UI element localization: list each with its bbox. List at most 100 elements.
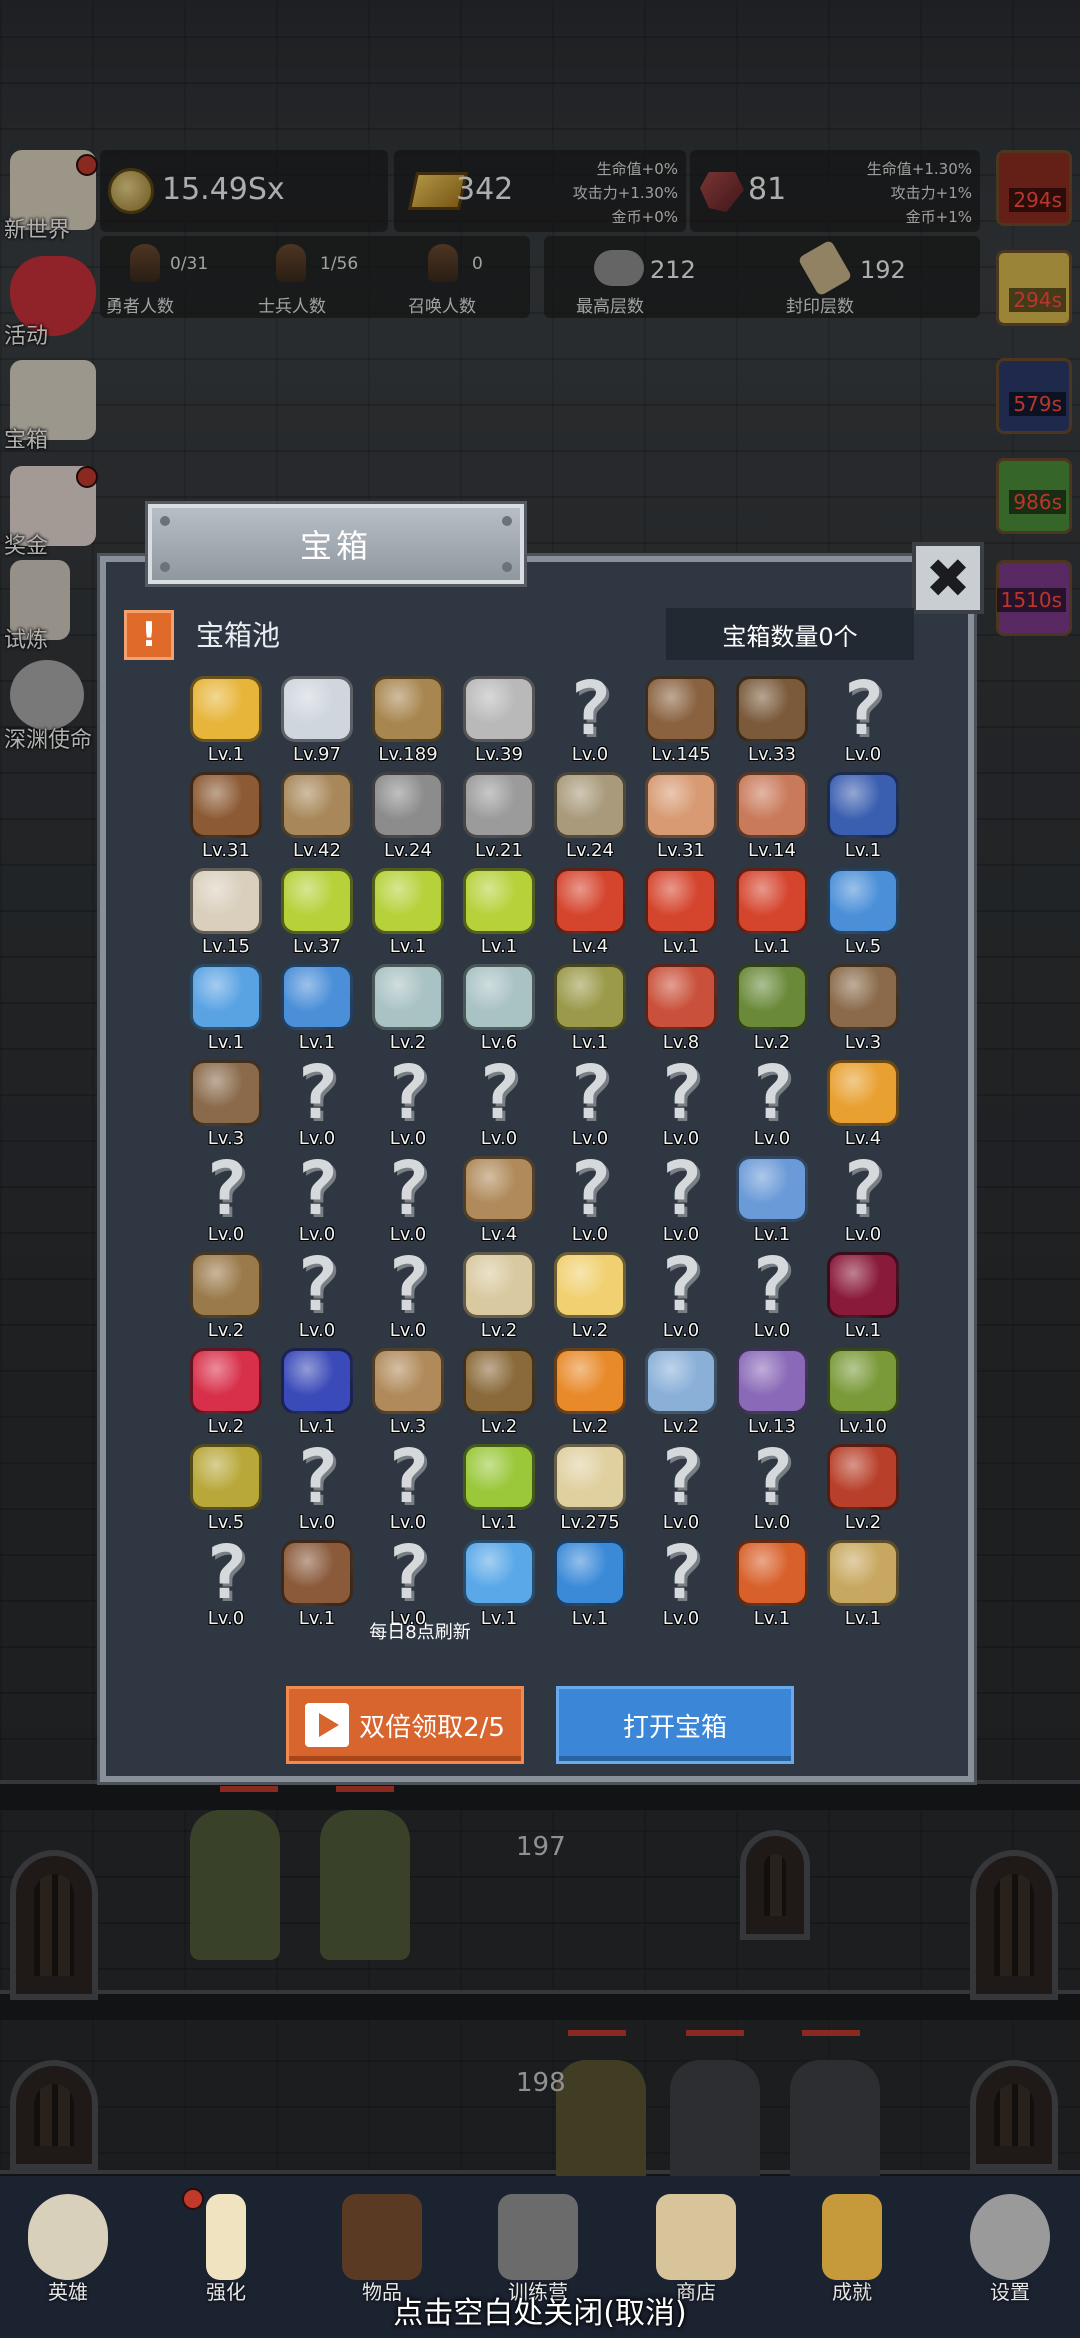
item-slot[interactable]: Lv.275: [544, 1438, 636, 1534]
unknown-item-icon: ?: [294, 1242, 340, 1328]
item-slot[interactable]: Lv.6: [453, 958, 545, 1054]
item-slot[interactable]: Lv.4: [544, 862, 636, 958]
item-slot[interactable]: ? Lv.0: [180, 1534, 272, 1630]
item-slot[interactable]: Lv.15: [180, 862, 272, 958]
item-slot[interactable]: Lv.2: [453, 1342, 545, 1438]
item-slot[interactable]: Lv.1: [726, 862, 818, 958]
item-slot[interactable]: Lv.1: [726, 1534, 818, 1630]
item-slot[interactable]: Lv.3: [817, 958, 909, 1054]
item-level: Lv.0: [207, 1608, 245, 1629]
item-level: Lv.10: [839, 1416, 887, 1437]
item-slot[interactable]: ? Lv.0: [362, 1054, 454, 1150]
item-slot[interactable]: Lv.1: [453, 862, 545, 958]
double-claim-button[interactable]: 双倍领取2/5: [286, 1686, 524, 1764]
item-slot[interactable]: Lv.33: [726, 670, 818, 766]
item-slot[interactable]: Lv.1: [453, 1534, 545, 1630]
open-chest-button[interactable]: 打开宝箱: [556, 1686, 794, 1764]
item-slot[interactable]: Lv.2: [362, 958, 454, 1054]
item-slot[interactable]: ? Lv.0: [635, 1150, 727, 1246]
item-slot[interactable]: ? Lv.0: [635, 1534, 727, 1630]
item-level: Lv.2: [207, 1416, 245, 1437]
item-slot[interactable]: ? Lv.0: [544, 670, 636, 766]
item-slot[interactable]: Lv.145: [635, 670, 727, 766]
item-slot[interactable]: Lv.97: [271, 670, 363, 766]
item-slot[interactable]: Lv.2: [180, 1342, 272, 1438]
item-slot[interactable]: ? Lv.0: [726, 1246, 818, 1342]
item-level: Lv.0: [662, 1320, 700, 1341]
item-slot[interactable]: Lv.10: [817, 1342, 909, 1438]
item-slot[interactable]: Lv.24: [362, 766, 454, 862]
item-slot[interactable]: Lv.1: [817, 1246, 909, 1342]
chest-pool-title: 宝箱池: [196, 619, 281, 652]
item-slot[interactable]: Lv.42: [271, 766, 363, 862]
item-slot[interactable]: ? Lv.0: [362, 1246, 454, 1342]
item-slot[interactable]: Lv.21: [453, 766, 545, 862]
item-slot[interactable]: Lv.31: [180, 766, 272, 862]
item-slot[interactable]: Lv.39: [453, 670, 545, 766]
item-slot[interactable]: Lv.37: [271, 862, 363, 958]
unknown-item-icon: ?: [294, 1050, 340, 1136]
item-slot[interactable]: ? Lv.0: [726, 1438, 818, 1534]
item-slot[interactable]: Lv.2: [817, 1438, 909, 1534]
item-slot[interactable]: Lv.2: [635, 1342, 727, 1438]
item-slot[interactable]: ? Lv.0: [817, 1150, 909, 1246]
chest-count-badge: 宝箱数量0个: [666, 608, 914, 660]
item-slot[interactable]: Lv.2: [180, 1246, 272, 1342]
item-slot[interactable]: Lv.1: [271, 1342, 363, 1438]
tap-to-close-hint[interactable]: 点击空白处关闭(取消): [0, 2288, 1080, 2332]
item-slot[interactable]: ? Lv.0: [817, 670, 909, 766]
item-slot[interactable]: Lv.13: [726, 1342, 818, 1438]
quiver-icon: [463, 1348, 535, 1414]
item-slot[interactable]: Lv.1: [635, 862, 727, 958]
item-slot[interactable]: Lv.4: [453, 1150, 545, 1246]
item-slot[interactable]: Lv.2: [453, 1246, 545, 1342]
item-slot[interactable]: Lv.1: [453, 1438, 545, 1534]
item-slot[interactable]: ? Lv.0: [180, 1150, 272, 1246]
item-slot[interactable]: Lv.14: [726, 766, 818, 862]
item-slot[interactable]: ? Lv.0: [635, 1246, 727, 1342]
item-slot[interactable]: Lv.2: [726, 958, 818, 1054]
item-slot[interactable]: Lv.3: [362, 1342, 454, 1438]
item-slot[interactable]: Lv.3: [180, 1054, 272, 1150]
item-slot[interactable]: Lv.189: [362, 670, 454, 766]
item-slot[interactable]: Lv.1: [180, 670, 272, 766]
item-slot[interactable]: Lv.4: [817, 1054, 909, 1150]
item-slot[interactable]: Lv.1: [271, 958, 363, 1054]
item-slot[interactable]: Lv.5: [180, 1438, 272, 1534]
item-slot[interactable]: ? Lv.0: [635, 1438, 727, 1534]
item-slot[interactable]: ? Lv.0: [544, 1150, 636, 1246]
book-icon: [342, 2194, 422, 2280]
item-slot[interactable]: ? Lv.0: [635, 1054, 727, 1150]
item-slot[interactable]: ? Lv.0: [271, 1246, 363, 1342]
item-level: Lv.24: [384, 840, 432, 861]
item-slot[interactable]: ? Lv.0: [271, 1150, 363, 1246]
item-slot[interactable]: Lv.1: [726, 1150, 818, 1246]
item-slot[interactable]: ? Lv.0: [726, 1054, 818, 1150]
item-level: Lv.1: [844, 1608, 882, 1629]
item-slot[interactable]: ? Lv.0: [362, 1534, 454, 1630]
item-slot[interactable]: Lv.1: [180, 958, 272, 1054]
item-slot[interactable]: ? Lv.0: [271, 1054, 363, 1150]
item-slot[interactable]: Lv.1: [544, 1534, 636, 1630]
red-bottle-icon: [645, 964, 717, 1030]
fire-arrow-icon: [736, 1540, 808, 1606]
item-slot[interactable]: Lv.31: [635, 766, 727, 862]
item-slot[interactable]: Lv.24: [544, 766, 636, 862]
item-slot[interactable]: Lv.1: [271, 1534, 363, 1630]
item-slot[interactable]: Lv.2: [544, 1342, 636, 1438]
item-slot[interactable]: Lv.1: [817, 766, 909, 862]
item-slot[interactable]: Lv.5: [817, 862, 909, 958]
item-slot[interactable]: Lv.2: [544, 1246, 636, 1342]
item-slot[interactable]: ? Lv.0: [362, 1438, 454, 1534]
item-slot[interactable]: Lv.1: [362, 862, 454, 958]
item-slot[interactable]: Lv.1: [817, 1534, 909, 1630]
torch-icon: [827, 1060, 899, 1126]
item-slot[interactable]: Lv.1: [544, 958, 636, 1054]
item-slot[interactable]: ? Lv.0: [453, 1054, 545, 1150]
item-slot[interactable]: ? Lv.0: [544, 1054, 636, 1150]
boot-icon: [827, 964, 899, 1030]
item-slot[interactable]: ? Lv.0: [271, 1438, 363, 1534]
item-slot[interactable]: ? Lv.0: [362, 1150, 454, 1246]
item-slot[interactable]: Lv.8: [635, 958, 727, 1054]
close-button[interactable]: ✖: [912, 542, 984, 614]
